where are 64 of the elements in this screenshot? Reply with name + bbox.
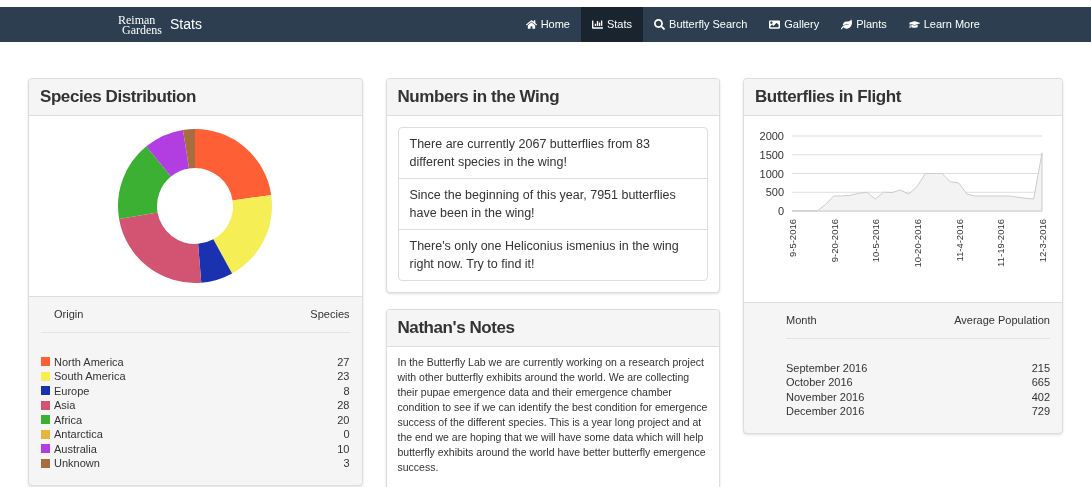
origin-label: Asia (54, 398, 76, 413)
panel-title: Numbers in the Wing (397, 87, 560, 107)
axis-tick-label: 10-20-2016 (912, 219, 923, 268)
species-count: 0 (343, 427, 350, 442)
species-count: 8 (343, 383, 350, 398)
month-label: November 2016 (786, 389, 865, 404)
species-count: 20 (337, 412, 350, 427)
population-value: 215 (1031, 360, 1050, 375)
axis-tick-label: 0 (777, 205, 784, 217)
brand-title[interactable]: Stats (170, 14, 202, 35)
origin-label: Australia (54, 441, 97, 456)
panel-title: Nathan's Notes (397, 318, 515, 338)
image-icon (769, 19, 781, 30)
month-label: October 2016 (786, 375, 853, 390)
population-value: 729 (1031, 404, 1050, 419)
axis-tick-label: 500 (765, 186, 784, 199)
notes-text: In the Butterfly Lab we are currently working on a research project with other butterfly exhibits around the world. We are collecting their pupae emergence data and their emergence chamber condition to see if we can identify the best condition for emergence success of the different species. This is a year long project and at the end we are hoping that we will have some data which will help butterfly exhibits around the world have better butterfly emergence success. (396, 355, 709, 475)
nav-link[interactable]: Learn More (897, 7, 991, 42)
axis-tick-label: 9-5-2016 (787, 219, 798, 258)
nav-link[interactable]: Plants (830, 7, 898, 42)
list-item: Since the beginning of this year, 7951 butterflies have been in the wing! (398, 178, 707, 229)
logo[interactable]: Reiman Gardens (118, 7, 162, 42)
list-item: There are currently 2067 butterflies from 83 different species in the wing! (408, 136, 651, 171)
column-header: Origin (54, 307, 84, 322)
leaf-icon (841, 19, 853, 30)
axis-tick-label: 12-3-2016 (1037, 219, 1048, 263)
logo-text: Reiman (118, 14, 156, 25)
graduation-cap-icon (908, 19, 920, 30)
home-icon (525, 19, 537, 30)
origin-label: Antarctica (54, 427, 103, 442)
species-count: 28 (337, 398, 350, 413)
logo-text: Gardens (122, 24, 162, 35)
axis-tick-label: 2000 (759, 130, 784, 142)
axis-tick-label: 10-5-2016 (870, 219, 882, 263)
list-item: There's only one Heliconius ismenius in the wing right now. Try to find it! (398, 229, 707, 280)
nav-link[interactable]: Gallery (758, 7, 831, 42)
axis-tick-label: 11-19-2016 (995, 219, 1007, 267)
panel-title: Butterflies in Flight (755, 87, 901, 107)
nav-link[interactable]: Home (514, 7, 581, 42)
month-label: September 2016 (786, 360, 868, 375)
species-count: 10 (337, 441, 350, 456)
species-count: 27 (337, 354, 350, 369)
nav-link[interactable]: Stats (580, 7, 644, 42)
column-header: Month (786, 313, 817, 328)
population-value: 665 (1031, 375, 1050, 390)
origin-label: South America (54, 369, 126, 384)
column-header: Species (310, 307, 350, 322)
origin-label: Africa (54, 412, 83, 427)
origin-label: Unknown (54, 456, 100, 471)
nav-link[interactable]: Butterfly Search (643, 7, 759, 42)
month-label: December 2016 (786, 404, 865, 419)
origin-label: North America (54, 354, 124, 369)
axis-tick-label: 11-4-2016 (953, 219, 965, 262)
species-count: 23 (337, 369, 350, 384)
species-count: 3 (343, 456, 350, 471)
axis-tick-label: 1000 (759, 167, 784, 180)
bar-chart-icon (591, 19, 603, 30)
panel-title: Species Distribution (40, 87, 196, 107)
origin-label: Europe (54, 383, 90, 398)
search-icon (654, 19, 666, 30)
axis-tick-label: 1500 (759, 148, 784, 161)
axis-tick-label: 9-20-2016 (828, 219, 840, 263)
column-header: Average Population (954, 313, 1050, 328)
population-value: 402 (1031, 389, 1050, 404)
